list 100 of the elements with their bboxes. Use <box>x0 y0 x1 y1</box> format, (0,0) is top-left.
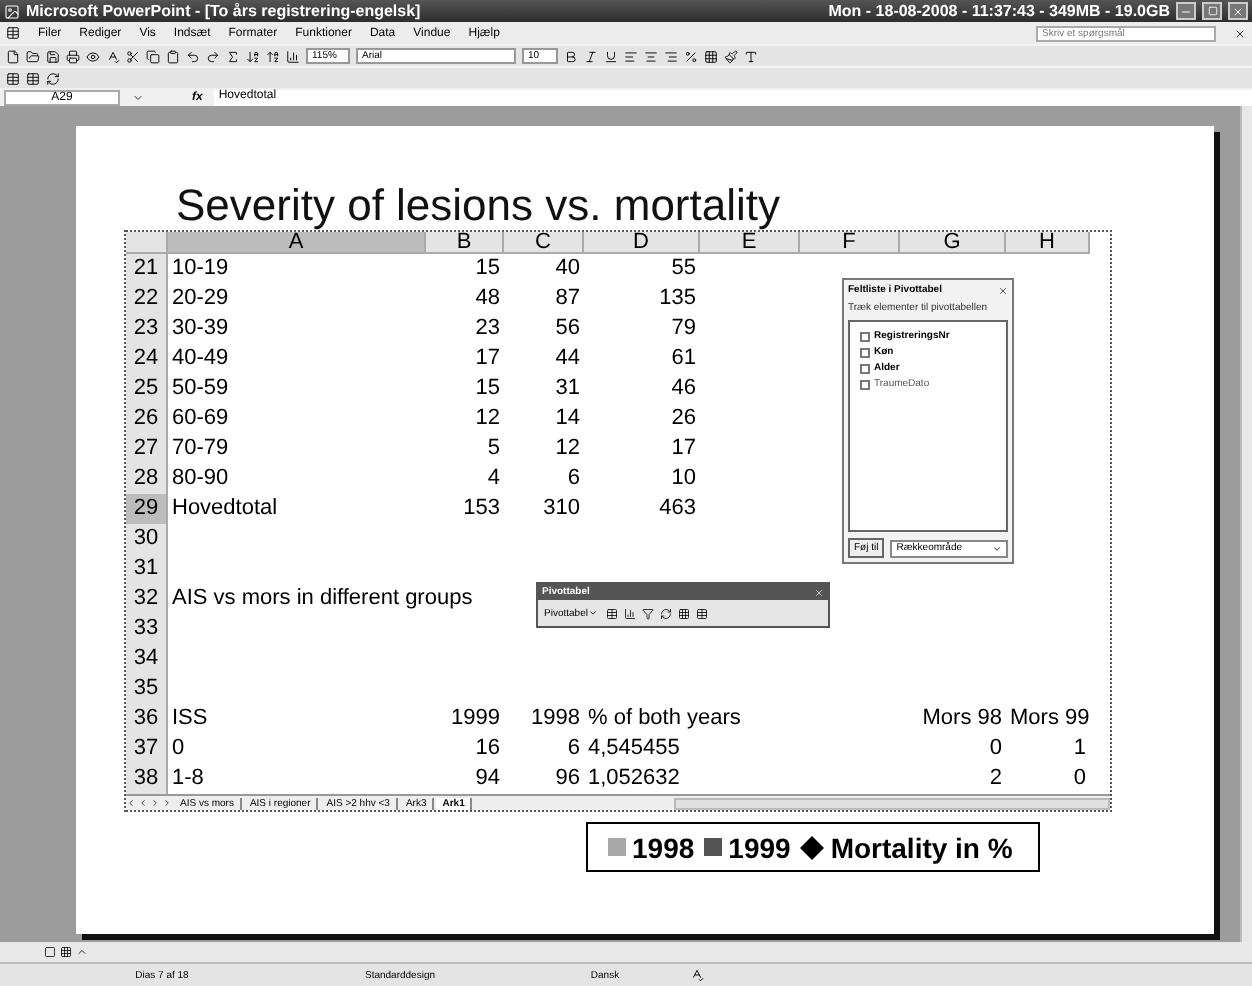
table-cell: 153 <box>463 496 500 520</box>
caret-icon <box>992 543 1002 553</box>
column-header[interactable]: A <box>168 232 426 254</box>
align-center-icon[interactable] <box>644 49 658 63</box>
row-header[interactable]: 33 <box>126 614 168 646</box>
legend-label: 1998 <box>632 831 695 863</box>
table-cell: 4,545455 <box>588 736 680 760</box>
column-header[interactable]: G <box>900 232 1006 254</box>
cut-icon[interactable] <box>126 49 140 63</box>
sort-descending-icon[interactable] <box>266 49 280 63</box>
align-right-icon[interactable] <box>664 49 678 63</box>
row-header[interactable]: 27 <box>126 434 168 466</box>
column-header[interactable]: H <box>1006 232 1090 254</box>
row-header[interactable]: 26 <box>126 404 168 436</box>
restore-button[interactable] <box>1202 2 1222 20</box>
close-document-icon[interactable] <box>1234 27 1246 39</box>
table-cell: 70-79 <box>172 436 229 460</box>
refresh-icon[interactable] <box>46 71 60 85</box>
row-header[interactable]: 36 <box>126 704 168 736</box>
column-header[interactable]: E <box>700 232 800 254</box>
sum-icon[interactable] <box>226 49 240 63</box>
vertical-scrollbar[interactable] <box>1240 106 1252 942</box>
save-icon[interactable] <box>46 49 60 63</box>
table-cell: 56 <box>555 316 580 340</box>
spellcheck-icon[interactable] <box>106 49 120 63</box>
row-header[interactable]: 31 <box>126 554 168 586</box>
horizontal-scrollbar[interactable] <box>674 797 1110 809</box>
font-color-icon[interactable] <box>744 49 758 63</box>
slideshow-icon[interactable] <box>76 946 88 958</box>
italic-icon[interactable] <box>584 49 598 63</box>
slide-title: Severity of lesions vs. mortality <box>176 184 780 228</box>
row-header[interactable]: 25 <box>126 374 168 406</box>
row-header[interactable]: 21 <box>126 254 168 286</box>
row-header[interactable]: 35 <box>126 674 168 706</box>
chart-icon[interactable] <box>286 49 300 63</box>
table-icon[interactable] <box>677 607 690 619</box>
filter-icon[interactable] <box>641 607 654 619</box>
table-cell: ISS <box>172 706 208 730</box>
previous-sheet-icon[interactable] <box>138 798 148 808</box>
table-cell: Mors 99 <box>1010 706 1090 730</box>
normal-view-icon[interactable] <box>44 946 56 958</box>
row-header[interactable]: 29 <box>126 494 168 526</box>
undo-icon[interactable] <box>186 49 200 63</box>
row-header[interactable]: 37 <box>126 734 168 766</box>
table-cell: 23 <box>475 316 500 340</box>
row-header[interactable]: 22 <box>126 284 168 316</box>
row-header[interactable]: 34 <box>126 644 168 676</box>
redo-icon[interactable] <box>206 49 220 63</box>
column-header[interactable]: B <box>426 232 504 254</box>
last-sheet-icon[interactable] <box>162 798 172 808</box>
row-header[interactable]: 38 <box>126 764 168 796</box>
column-header[interactable]: F <box>800 232 900 254</box>
embedded-spreadsheet[interactable] <box>124 230 1112 812</box>
column-header[interactable]: D <box>584 232 700 254</box>
table-cell: 96 <box>555 766 580 790</box>
folder-icon[interactable] <box>26 49 40 63</box>
legend-label: 1999 <box>728 831 791 863</box>
percent-icon[interactable] <box>684 49 698 63</box>
table-cell: 14 <box>555 406 580 430</box>
row-header[interactable]: 28 <box>126 464 168 496</box>
bold-icon[interactable] <box>564 49 578 63</box>
sort-ascending-icon[interactable] <box>246 49 260 63</box>
close-button[interactable] <box>1228 2 1248 20</box>
borders-icon[interactable] <box>704 49 718 63</box>
table-cell: AIS vs mors in different groups <box>172 586 473 610</box>
copy-icon[interactable] <box>146 49 160 63</box>
table-cell: 61 <box>671 346 696 370</box>
table-cell: 2 <box>989 766 1002 790</box>
table-cell: 48 <box>475 286 500 310</box>
table-cell: 15 <box>475 256 500 280</box>
restore-icon <box>1207 6 1217 16</box>
table-cell: 310 <box>543 496 580 520</box>
preview-icon[interactable] <box>86 49 100 63</box>
align-left-icon[interactable] <box>624 49 638 63</box>
row-header[interactable]: 23 <box>126 314 168 346</box>
underline-icon[interactable] <box>604 49 618 63</box>
next-sheet-icon[interactable] <box>150 798 160 808</box>
refresh-icon[interactable] <box>659 607 672 619</box>
row-header[interactable]: 24 <box>126 344 168 376</box>
table-cell: 6 <box>567 736 580 760</box>
sorter-view-icon[interactable] <box>60 946 72 958</box>
table-cell: 1,052632 <box>588 766 680 790</box>
row-header[interactable]: 32 <box>126 584 168 616</box>
row-header[interactable]: 30 <box>126 524 168 556</box>
table-cell: 5 <box>487 436 500 460</box>
new-file-icon[interactable] <box>6 49 20 63</box>
system-info: Mon - 18-08-2008 - 11:37:43 - 349MB - 19.0GB <box>828 2 1170 20</box>
minimize-button[interactable] <box>1176 2 1196 20</box>
table-cell: 15 <box>475 376 500 400</box>
paste-icon[interactable] <box>166 49 180 63</box>
table-cell: 20-29 <box>172 286 229 310</box>
table-cell: 31 <box>555 376 580 400</box>
chart-icon[interactable] <box>623 607 636 619</box>
first-sheet-icon[interactable] <box>126 798 136 808</box>
print-icon[interactable] <box>66 49 80 63</box>
column-header[interactable]: C <box>504 232 584 254</box>
fill-color-icon[interactable] <box>724 49 738 63</box>
caret-icon <box>587 608 598 618</box>
table-cell: 79 <box>671 316 696 340</box>
dropdown-icon[interactable] <box>132 91 144 103</box>
